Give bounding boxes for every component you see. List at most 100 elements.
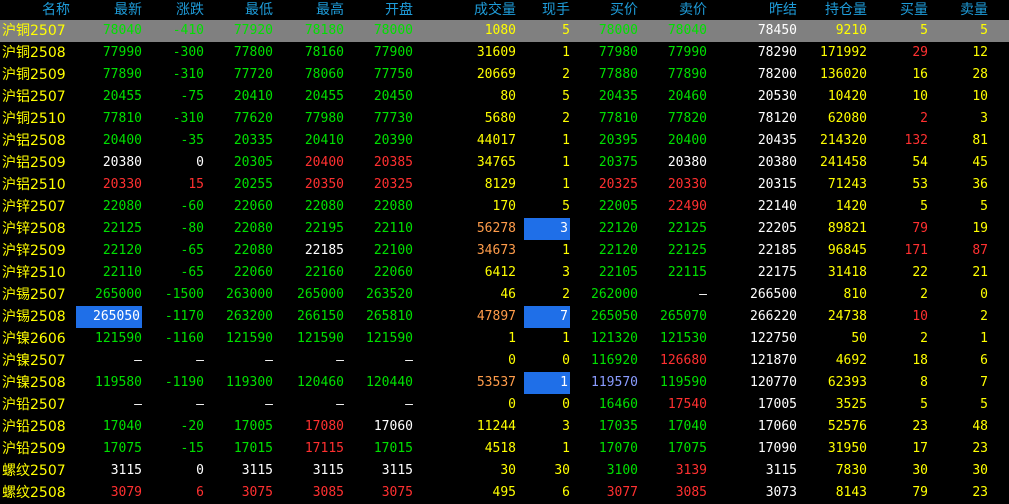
cell-open-interest: 31418 [827,265,867,280]
header-ask[interactable]: 卖价 [645,0,707,20]
cell-open: 17060 [373,419,413,434]
cell-low: 22060 [233,199,273,214]
cell-bid: 121320 [591,331,638,346]
header-prev-settle[interactable]: 昨结 [727,0,797,20]
quote-row[interactable]: 沪铜2509 77890 -310 77720 78060 77750 20669 2 7788… [0,64,1009,86]
header-latest[interactable]: 最新 [76,0,142,20]
quote-row[interactable]: 沪镍2508 119580 -1190 119300 120460 120440 53537… [0,372,1009,394]
header-open-interest[interactable]: 持仓量 [805,0,867,20]
cell-volume: 80 [500,89,516,104]
cell-prev-settle: 20315 [757,177,797,192]
cell-change: 6 [196,485,204,500]
cell-latest: 77990 [102,45,142,60]
cell-open-interest: 214320 [820,133,867,148]
header-bid[interactable]: 买价 [576,0,638,20]
quote-row[interactable]: 螺纹2508 3079 6 3075 3085 3075 495 6 3077 3085 3073 8… [0,482,1009,504]
cell-last-qty: 3 [562,419,570,434]
quote-row[interactable]: 沪锡2507 265000 -1500 263000 265000 263520 46 2 26… [0,284,1009,306]
quote-row[interactable]: 沪铜2508 77990 -300 77800 78160 77900 31609 1 7798… [0,42,1009,64]
quote-row[interactable]: 沪镍2606 121590 -1160 121590 121590 121590 1 1 121… [0,328,1009,350]
cell-bid: 20435 [598,89,638,104]
header-ask-qty[interactable]: 卖量 [938,0,988,20]
cell-low: 77620 [233,111,273,126]
cell-bid-qty: 10 [912,309,928,324]
header-volume[interactable]: 成交量 [436,0,516,20]
cell-high: 78060 [304,67,344,82]
cell-open-interest: 3525 [835,397,867,412]
quote-row[interactable]: 沪锌2507 22080 -60 22060 22080 22080 170 5 22005 22… [0,196,1009,218]
header-last-qty[interactable]: 现手 [524,0,570,20]
cell-open: 20390 [373,133,413,148]
quote-row[interactable]: 沪锌2509 22120 -65 22080 22185 22100 34673 1 22120… [0,240,1009,262]
quote-row[interactable]: 螺纹2507 3115 0 3115 3115 3115 30 30 3100 3139 3115 7… [0,460,1009,482]
cell-last-qty: 1 [562,155,570,170]
cell-latest: 22120 [102,243,142,258]
cell-latest: 22110 [102,265,142,280]
quote-row[interactable]: 沪锌2510 22110 -65 22060 22160 22060 6412 3 22105 2… [0,262,1009,284]
quote-row[interactable]: 沪铅2507 — — — — — 0 0 16460 17540 17005 3525 5 5 [0,394,1009,416]
cell-last-qty: 7 [524,306,570,328]
quote-row[interactable]: 沪铅2509 17075 -15 17015 17115 17015 4518 1 17070 1… [0,438,1009,460]
cell-bid-qty: 53 [912,177,928,192]
cell-open: 22060 [373,265,413,280]
cell-prev-settle: 121870 [750,353,797,368]
cell-last-qty: 1 [562,441,570,456]
cell-volume: 1080 [484,23,516,38]
cell-last-qty: 5 [562,199,570,214]
quote-row[interactable]: 沪铝2508 20400 -35 20335 20410 20390 44017 1 20395… [0,130,1009,152]
cell-low: 22080 [233,221,273,236]
cell-open-interest: 171992 [820,45,867,60]
cell-open-interest: 62080 [827,111,867,126]
quote-row[interactable]: 沪铝2507 20455 -75 20410 20455 20450 80 5 20435 204… [0,86,1009,108]
header-high[interactable]: 最高 [280,0,344,20]
quote-row[interactable]: 沪铅2508 17040 -20 17005 17080 17060 11244 3 17035… [0,416,1009,438]
cell-name: 螺纹2507 [2,463,66,479]
cell-bid-qty: 2 [920,331,928,346]
header-name[interactable]: 名称 [0,0,70,20]
cell-change: 0 [196,155,204,170]
cell-ask-qty: 23 [972,485,988,500]
quote-row[interactable]: 沪铜2510 77810 -310 77620 77980 77730 5680 2 77810… [0,108,1009,130]
cell-prev-settle: 20380 [757,155,797,170]
cell-bid-qty: 16 [912,67,928,82]
cell-ask: 22125 [667,243,707,258]
cell-open: 3115 [381,463,413,478]
cell-latest: 265050 [76,306,142,328]
cell-latest: 77810 [102,111,142,126]
cell-last-qty: 2 [562,111,570,126]
cell-ask: 3139 [675,463,707,478]
cell-low: 20335 [233,133,273,148]
cell-bid-qty: 18 [912,353,928,368]
header-low[interactable]: 最低 [211,0,273,20]
cell-open-interest: 89821 [827,221,867,236]
cell-latest: 77890 [102,67,142,82]
cell-bid: 20325 [598,177,638,192]
quote-row[interactable]: 沪铝2509 20380 0 20305 20400 20385 34765 1 20375 20… [0,152,1009,174]
quote-row[interactable]: 沪锌2508 22125 -80 22080 22195 22110 56278 3 22120… [0,218,1009,240]
cell-volume: 53537 [476,375,516,390]
quote-row[interactable]: 沪铝2510 20330 15 20255 20350 20325 8129 1 20325 20… [0,174,1009,196]
cell-change: — [196,353,204,368]
cell-bid: 3100 [606,463,638,478]
cell-ask-qty: 21 [972,265,988,280]
cell-last-qty: 3 [524,218,570,240]
cell-latest: 3115 [110,463,142,478]
cell-ask: 121530 [660,331,707,346]
cell-high: 78180 [304,23,344,38]
quote-row[interactable]: 沪镍2507 — — — — — 0 0 116920 126680 121870 4692 18 6 [0,350,1009,372]
cell-name: 沪锌2509 [2,243,66,259]
cell-ask: 77890 [667,67,707,82]
header-open[interactable]: 开盘 [351,0,413,20]
cell-low: 20255 [233,177,273,192]
cell-prev-settle: 17005 [757,397,797,412]
cell-volume: 8129 [484,177,516,192]
cell-ask: 17040 [667,419,707,434]
quote-row[interactable]: 沪锡2508 265050 -1170 263200 266150 265810 47897… [0,306,1009,328]
cell-open: 77900 [373,45,413,60]
cell-open: 22110 [373,221,413,236]
quote-row[interactable]: 沪铜2507 78040 -410 77920 78180 78000 1080 5 78000… [0,20,1009,42]
header-bid-qty[interactable]: 买量 [878,0,928,20]
cell-open-interest: 62393 [827,375,867,390]
header-change[interactable]: 涨跌 [150,0,204,20]
cell-prev-settle: 3073 [765,485,797,500]
